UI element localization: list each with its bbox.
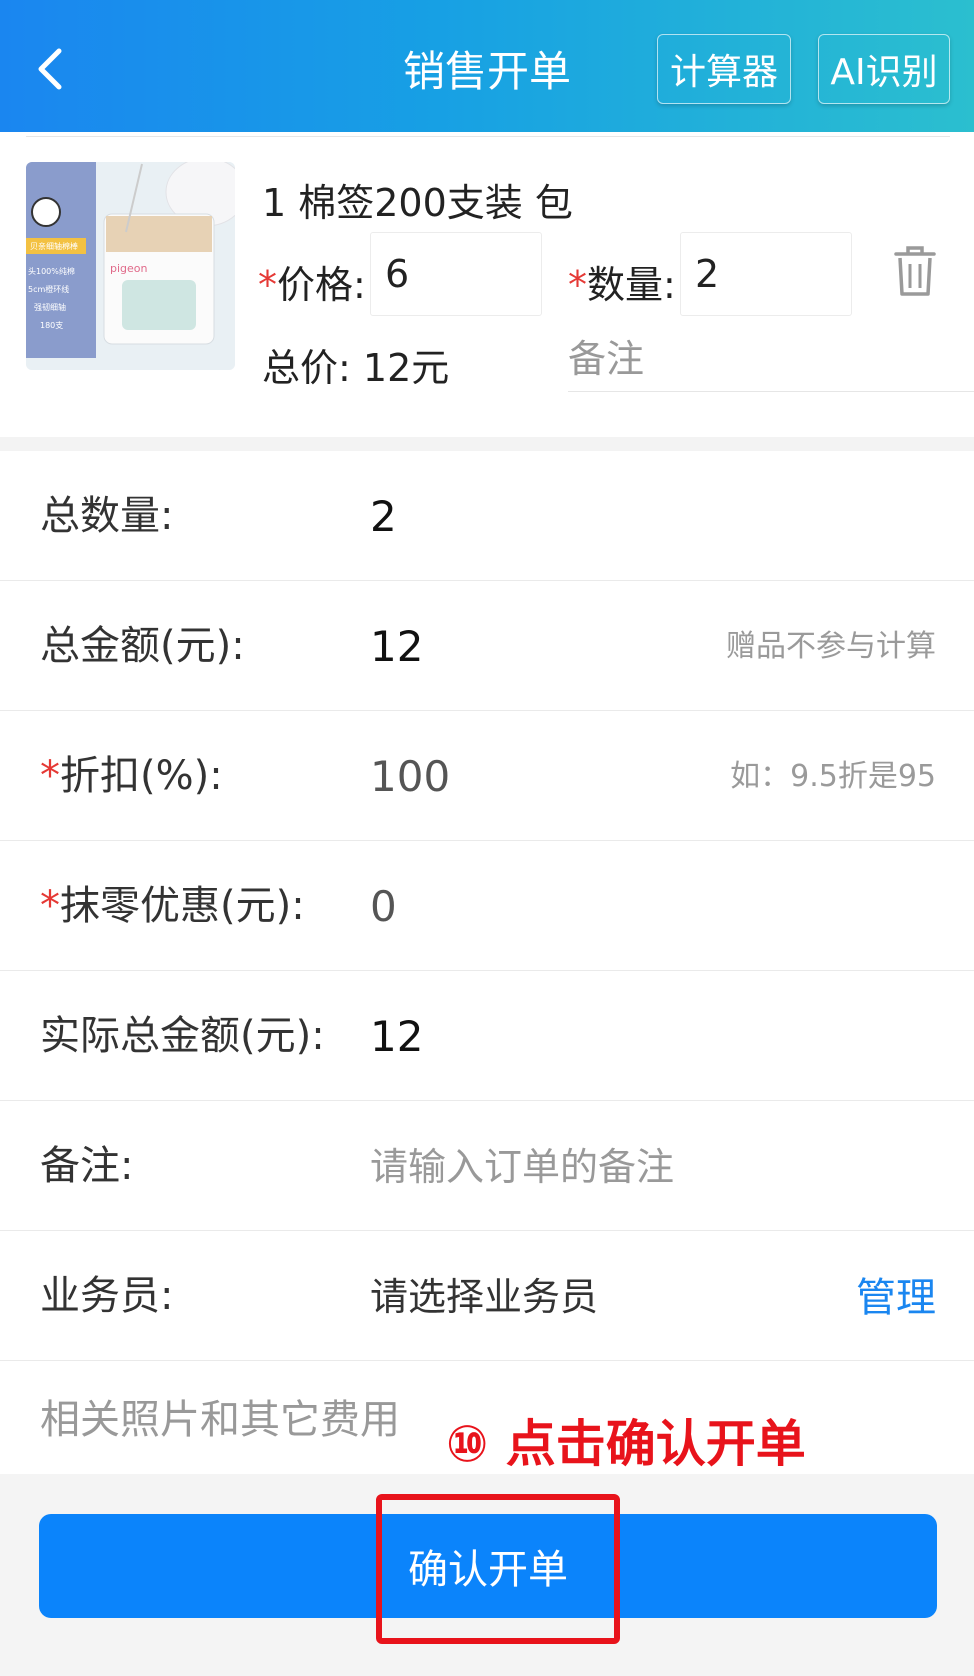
svg-text:pigeon: pigeon <box>110 262 148 275</box>
order-note-label: 备注: <box>40 1143 134 1189</box>
svg-text:强韧细轴: 强韧细轴 <box>34 302 66 312</box>
price-label-text: 价格: <box>277 263 366 307</box>
order-note-input[interactable]: 请输入订单的备注 <box>370 1101 674 1231</box>
total-price-value: 12元 <box>362 346 450 390</box>
total-quantity-value: 2 <box>370 492 397 541</box>
total-amount-row: 总金额(元): 12 赠品不参与计算 <box>0 581 974 711</box>
section-divider <box>0 437 974 451</box>
actual-total-row: 实际总金额(元): 12 <box>0 971 974 1101</box>
price-input[interactable]: 6 <box>370 232 542 316</box>
manage-salesperson-link[interactable]: 管理 <box>856 1231 936 1361</box>
svg-text:5cm橙环线: 5cm橙环线 <box>28 284 69 294</box>
total-amount-label: 总金额(元): <box>40 623 245 669</box>
app-header: 销售开单 计算器 AI识别 <box>0 0 974 132</box>
total-quantity-row: 总数量: 2 <box>0 451 974 581</box>
confirm-order-button[interactable]: 确认开单 <box>39 1514 937 1618</box>
order-note-row: 备注: 请输入订单的备注 <box>0 1101 974 1231</box>
back-button[interactable] <box>30 44 70 94</box>
svg-text:头100%纯棉: 头100%纯棉 <box>28 266 75 276</box>
svg-text:180支: 180支 <box>40 320 63 330</box>
rounding-input[interactable]: 0 <box>370 841 397 971</box>
discount-label: *折扣(%): <box>40 711 223 841</box>
photos-label: 相关照片和其它费用 <box>40 1397 400 1443</box>
total-amount-value: 12 <box>370 622 424 671</box>
rounding-label: *抹零优惠(元): <box>40 841 305 971</box>
salesperson-row: 业务员: 请选择业务员 管理 <box>0 1231 974 1361</box>
actual-total-value: 12 <box>370 1012 424 1061</box>
calculator-button[interactable]: 计算器 <box>657 34 791 104</box>
discount-row: *折扣(%): 100 如：9.5折是95 <box>0 711 974 841</box>
product-card: 贝亲细轴棉棒 头100%纯棉 5cm橙环线 强韧细轴 180支 pigeon 1… <box>0 132 974 437</box>
item-note-input[interactable]: 备注 <box>568 322 974 392</box>
actual-total-label: 实际总金额(元): <box>40 1013 325 1059</box>
order-summary-form: 总数量: 2 总金额(元): 12 赠品不参与计算 *折扣(%): 100 如：… <box>0 451 974 1473</box>
product-name: 1 棉签200支装 包 <box>262 181 573 225</box>
item-total-price: 总价: 12元 <box>262 337 449 392</box>
divider <box>26 136 950 137</box>
product-image[interactable]: 贝亲细轴棉棒 头100%纯棉 5cm橙环线 强韧细轴 180支 pigeon <box>26 162 235 370</box>
delete-item-button[interactable] <box>890 242 940 302</box>
required-mark: * <box>568 263 587 307</box>
quantity-label: *数量: <box>568 254 676 309</box>
price-label: *价格: <box>258 254 366 309</box>
cotton-swab-product-image: 贝亲细轴棉棒 头100%纯棉 5cm橙环线 强韧细轴 180支 pigeon <box>26 162 235 370</box>
discount-hint: 如：9.5折是95 <box>730 759 936 794</box>
trash-icon <box>894 246 936 296</box>
salesperson-label: 业务员: <box>40 1273 174 1319</box>
rounding-label-text: 抹零优惠(元): <box>60 883 305 929</box>
required-mark: * <box>40 883 60 929</box>
ai-recognize-button[interactable]: AI识别 <box>818 34 950 104</box>
total-price-label: 总价: <box>262 346 351 390</box>
salesperson-select[interactable]: 请选择业务员 <box>370 1231 598 1361</box>
rounding-row: *抹零优惠(元): 0 <box>0 841 974 971</box>
chevron-left-icon <box>38 48 62 90</box>
required-mark: * <box>40 753 60 799</box>
tutorial-annotation-text: ⑩ 点击确认开单 <box>446 1415 806 1473</box>
quantity-input[interactable]: 2 <box>680 232 852 316</box>
discount-input[interactable]: 100 <box>370 711 450 841</box>
required-mark: * <box>258 263 277 307</box>
total-quantity-label: 总数量: <box>40 493 174 539</box>
svg-text:贝亲细轴棉棒: 贝亲细轴棉棒 <box>30 241 78 251</box>
discount-label-text: 折扣(%): <box>60 753 223 799</box>
gift-hint: 赠品不参与计算 <box>726 629 936 664</box>
quantity-label-text: 数量: <box>587 263 676 307</box>
